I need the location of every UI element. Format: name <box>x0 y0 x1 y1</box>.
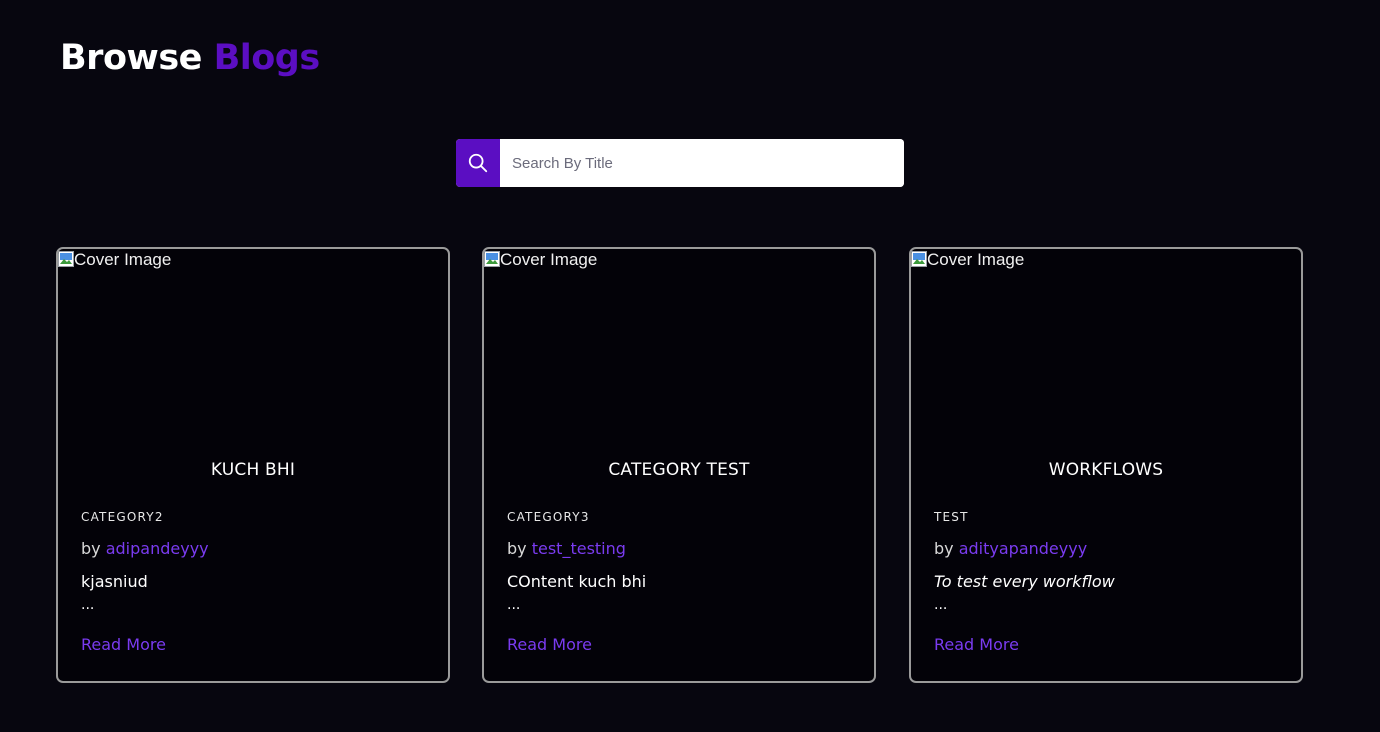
blog-card: Cover Image KUCH BHI CATEGORY2 by adipan… <box>56 247 450 683</box>
by-label: by <box>934 539 954 558</box>
blog-card: Cover Image CATEGORY TEST CATEGORY3 by t… <box>482 247 876 683</box>
cover-image: Cover Image <box>911 249 1301 449</box>
search-bar <box>456 139 904 187</box>
read-more-link[interactable]: Read More <box>507 635 592 654</box>
blog-card-list: Cover Image KUCH BHI CATEGORY2 by adipan… <box>56 247 1303 683</box>
by-label: by <box>81 539 101 558</box>
card-excerpt: To test every workflow <box>934 572 1115 591</box>
card-title: KUCH BHI <box>210 460 296 480</box>
author-link[interactable]: adityapandeyyy <box>959 539 1087 558</box>
card-category: CATEGORY3 <box>507 510 590 524</box>
card-category: CATEGORY2 <box>81 510 164 524</box>
card-byline: by test_testing <box>507 539 626 558</box>
search-input[interactable] <box>500 139 904 187</box>
page-title-prefix: Browse <box>60 38 202 78</box>
card-excerpt: COntent kuch bhi <box>507 572 647 591</box>
page: Browse Blogs Cover Image KUCH BHI CATEGO… <box>0 0 1380 732</box>
read-more-link[interactable]: Read More <box>934 635 1019 654</box>
read-more-link[interactable]: Read More <box>81 635 166 654</box>
cover-image: Cover Image <box>484 249 874 449</box>
cover-image: Cover Image <box>58 249 448 449</box>
by-label: by <box>507 539 527 558</box>
page-title: Browse Blogs <box>60 34 320 82</box>
card-category: TEST <box>934 510 969 524</box>
broken-image-icon <box>911 251 927 267</box>
author-link[interactable]: adipandeyyy <box>106 539 209 558</box>
card-title: WORKFLOWS <box>1048 460 1164 480</box>
card-ellipsis: ... <box>81 597 95 613</box>
author-link[interactable]: test_testing <box>532 539 626 558</box>
search-button[interactable] <box>456 139 500 187</box>
card-ellipsis: ... <box>507 597 521 613</box>
card-byline: by adityapandeyyy <box>934 539 1087 558</box>
cover-image-alt: Cover Image <box>927 250 1025 269</box>
cover-image-alt: Cover Image <box>500 250 598 269</box>
page-title-accent: Blogs <box>213 38 321 78</box>
card-title: CATEGORY TEST <box>608 460 750 480</box>
card-excerpt: kjasniud <box>81 572 148 591</box>
card-ellipsis: ... <box>934 597 948 613</box>
cover-image-alt: Cover Image <box>74 250 172 269</box>
broken-image-icon <box>484 251 500 267</box>
card-byline: by adipandeyyy <box>81 539 209 558</box>
search-icon <box>468 153 488 173</box>
broken-image-icon <box>58 251 74 267</box>
blog-card: Cover Image WORKFLOWS TEST by adityapand… <box>909 247 1303 683</box>
